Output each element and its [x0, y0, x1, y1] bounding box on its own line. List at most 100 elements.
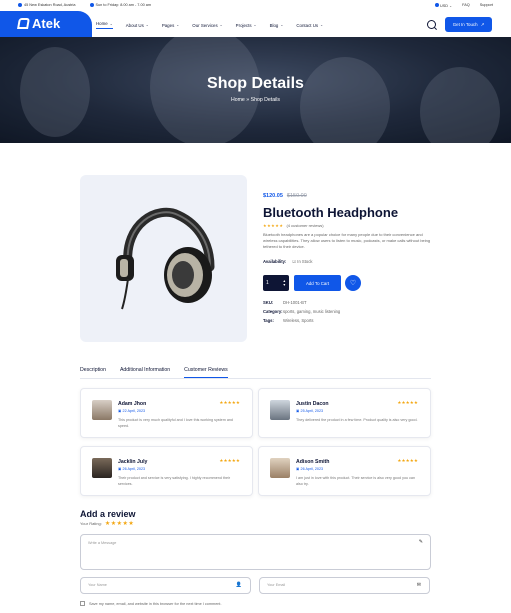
nav-label: Pages — [161, 22, 175, 28]
quantity-stepper[interactable]: 1 ▲ ▼ — [263, 275, 289, 291]
email-input[interactable]: Your Email ✉ — [259, 577, 430, 594]
reviewer-name: Jacklin July — [118, 459, 148, 465]
product-description: Bluetooth headphones are a popular choic… — [263, 232, 431, 249]
currency-selector[interactable]: USD ⌄ — [434, 3, 453, 8]
nav-item-about[interactable]: About Us ⌄ — [126, 21, 149, 29]
wishlist-heart-icon[interactable]: ♡ — [345, 275, 361, 291]
name-placeholder: Your Name — [88, 583, 107, 587]
chevron-down-icon: ⌄ — [320, 23, 324, 27]
save-info-checkbox[interactable]: Save my name, email, and website in this… — [80, 601, 222, 606]
availability-text: In Stock — [297, 259, 313, 264]
current-price: $120.05 — [263, 193, 283, 199]
nav-item-contact[interactable]: Contact Us ⌄ — [296, 21, 323, 29]
product-price: $120.05 $150.00 — [263, 193, 307, 199]
breadcrumb-separator: » — [246, 97, 250, 103]
review-date-text: 26 April, 2023 — [300, 467, 324, 471]
breadcrumb: Home » Shop Details — [0, 97, 511, 103]
chevron-down-icon: ⌄ — [449, 4, 453, 8]
search-icon[interactable] — [427, 20, 436, 29]
chevron-down-icon[interactable]: ▼ — [283, 283, 286, 287]
add-to-cart-button[interactable]: Add To Cart — [294, 275, 341, 291]
currency-text: USD — [439, 4, 448, 8]
star-rating-icon: ★★★★★ — [219, 458, 240, 463]
avatar — [92, 458, 112, 478]
availability-label: Availability: — [263, 259, 287, 264]
rating-label: Your Rating: — [80, 521, 102, 526]
tags-value[interactable]: Wireless, Sports — [283, 318, 313, 323]
breadcrumb-current: Shop Details — [250, 97, 281, 103]
star-rating-icon: ★★★★★ — [263, 223, 284, 228]
save-info-label: Save my name, email, and website in this… — [89, 601, 222, 606]
user-icon: 👤 — [235, 582, 242, 588]
avatar — [270, 458, 290, 478]
get-in-touch-button[interactable]: Get In Touch ↗ — [445, 17, 492, 32]
nav-item-home[interactable]: Home ⌄ — [96, 21, 113, 29]
avatar — [92, 400, 112, 420]
chevron-down-icon: ⌄ — [176, 23, 180, 27]
chevron-down-icon: ⌄ — [109, 21, 113, 26]
mail-icon: ✉ — [416, 582, 421, 588]
rating-stars-input[interactable]: ★★★★★ — [105, 520, 134, 527]
nav-label: Projects — [235, 22, 252, 28]
logo-mark-icon — [17, 18, 30, 29]
review-text: I am just in love with this product. The… — [296, 476, 416, 486]
nav-label: Contact Us — [296, 22, 319, 28]
old-price: $150.00 — [286, 193, 307, 199]
support-link[interactable]: Support — [480, 3, 493, 8]
review-text: This product is very much qualityful and… — [118, 418, 233, 428]
star-rating-icon: ★★★★★ — [397, 458, 418, 463]
avatar — [270, 400, 290, 420]
nav-label: About Us — [125, 22, 144, 28]
headphone-icon — [116, 207, 215, 310]
nav-item-projects[interactable]: Projects ⌄ — [236, 21, 257, 29]
nav-label: Home — [96, 21, 108, 26]
nav-item-pages[interactable]: Pages ⌄ — [162, 21, 179, 29]
page-title: Shop Details — [207, 75, 304, 92]
email-placeholder: Your Email — [267, 583, 286, 587]
stepper-arrows[interactable]: ▲ ▼ — [283, 279, 286, 287]
quantity-value[interactable]: 1 — [266, 280, 269, 286]
your-rating: Your Rating: ★★★★★ — [80, 520, 134, 527]
product-tags: Tags: Wireless, Sports — [263, 318, 313, 323]
arrow-up-right-icon: ↗ — [480, 21, 485, 27]
product-rating: ★★★★★ (4 customer reviews) — [263, 223, 324, 228]
review-date-text: 25 April, 2023 — [300, 409, 324, 413]
site-logo[interactable]: Atek — [17, 16, 60, 31]
review-date: ▣ 26 April, 2023 — [118, 467, 146, 471]
top-info-bar: 45 New Eskaton Road, Austria Sun to Frid… — [0, 0, 511, 11]
message-placeholder: Write a Message — [88, 541, 117, 545]
review-card: Adison Smith ▣ 26 April, 2023 ★★★★★ I am… — [258, 446, 431, 496]
tab-customer-reviews[interactable]: Customer Reviews — [184, 367, 228, 378]
pencil-icon: ✎ — [418, 539, 423, 545]
review-date-text: 26 April, 2023 — [122, 467, 146, 471]
review-date: ▣ 22 April, 2023 — [118, 409, 146, 413]
breadcrumb-home-link[interactable]: Home — [231, 97, 245, 103]
product-image — [80, 175, 247, 342]
currency-icon — [434, 3, 439, 7]
tab-additional-information[interactable]: Additional Information — [120, 367, 170, 378]
review-text: They delivered the product in a few time… — [296, 418, 418, 422]
tab-description[interactable]: Description — [80, 367, 106, 378]
nav-item-services[interactable]: Our Services ⌄ — [192, 21, 222, 29]
reviewer-name: Justin Dacon — [296, 401, 329, 407]
reviews-count[interactable]: (4 customer reviews) — [286, 223, 323, 228]
availability-value: ☑ In Stock — [292, 259, 313, 264]
sku-label: SKU: — [263, 300, 274, 305]
faq-link[interactable]: FAQ — [462, 3, 470, 8]
message-textarea[interactable]: Write a Message ✎ — [80, 534, 431, 570]
hours-text: Sun to Friday: 8.00 am - 7.00 am — [95, 3, 152, 7]
nav-item-blog[interactable]: Blog ⌄ — [270, 21, 284, 29]
chevron-down-icon: ⌄ — [253, 23, 257, 27]
add-review-title: Add a review — [80, 509, 136, 519]
chevron-down-icon: ⌄ — [280, 23, 284, 27]
checkbox[interactable] — [80, 601, 85, 606]
name-input[interactable]: Your Name 👤 — [80, 577, 251, 594]
star-rating-icon: ★★★★★ — [397, 400, 418, 405]
category-value[interactable]: sports, gaming, music listening — [283, 309, 340, 314]
review-date: ▣ 26 April, 2023 — [296, 467, 324, 471]
cta-label: Get In Touch — [452, 22, 478, 27]
star-rating-icon: ★★★★★ — [219, 400, 240, 405]
clock-icon — [89, 3, 94, 7]
product-sku: SKU: DH-1001-BT — [263, 300, 307, 305]
review-card: Jacklin July ▣ 26 April, 2023 ★★★★★ Thei… — [80, 446, 253, 496]
